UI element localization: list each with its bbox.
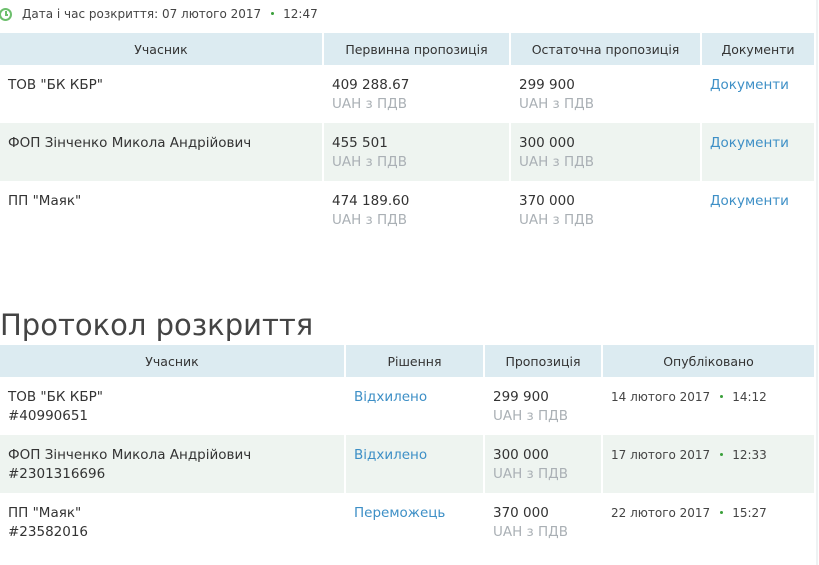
currency-label: UAH з ПДВ [332, 212, 407, 228]
currency-label: UAH з ПДВ [493, 466, 568, 482]
decision-link[interactable]: Відхилено [354, 447, 427, 463]
participant-name: ТОВ "БК КБР" [0, 65, 324, 123]
documents-cell: Документи [702, 65, 816, 123]
offer-amount: 370 000 [493, 505, 549, 521]
scroll-edge-divider [816, 0, 818, 565]
table-row: ПП "Маяк" 474 189.60 UAH з ПДВ 370 000 UAH… [0, 181, 816, 239]
currency-label: UAH з ПДВ [493, 408, 568, 424]
initial-offer: 455 501 UAH з ПДВ [324, 123, 511, 181]
decision-cell: Переможець [346, 493, 485, 551]
offer-cell: 299 900 UAH з ПДВ [485, 377, 603, 435]
col-header-initial: Первинна пропозиція [324, 33, 511, 65]
initial-amount: 455 501 [332, 135, 388, 151]
opening-datetime: Дата і час розкриття: 07 лютого 2017 12:… [0, 4, 318, 24]
separator-dot [720, 395, 724, 398]
published-cell: 22 лютого 2017 15:27 [603, 493, 816, 551]
participant-id: #40990651 [8, 408, 89, 424]
decision-cell: Відхилено [346, 435, 485, 493]
opening-time: 12:47 [283, 7, 318, 21]
offer-cell: 370 000 UAH з ПДВ [485, 493, 603, 551]
initial-offer: 409 288.67 UAH з ПДВ [324, 65, 511, 123]
decision-cell: Відхилено [346, 377, 485, 435]
published-time: 12:33 [732, 448, 767, 462]
table-row: ТОВ "БК КБР" 409 288.67 UAH з ПДВ 299 900… [0, 65, 816, 123]
col-header-documents: Документи [702, 33, 816, 65]
decision-link[interactable]: Відхилено [354, 389, 427, 405]
protocol-header-row: Учасник Рішення Пропозиція Опубліковано [0, 345, 816, 377]
bids-header-row: Учасник Первинна пропозиція Остаточна пр… [0, 33, 816, 65]
clock-icon [0, 7, 12, 21]
published-date: 17 лютого 2017 [611, 448, 711, 462]
final-amount: 370 000 [519, 193, 575, 209]
participant-name: ПП "Маяк" [0, 181, 324, 239]
separator-dot [271, 11, 275, 15]
participant-cell: ФОП Зінченко Микола Андрійович #230131669… [0, 435, 346, 493]
documents-cell: Документи [702, 181, 816, 239]
participant-name: ТОВ "БК КБР" [8, 389, 103, 405]
documents-link[interactable]: Документи [710, 193, 789, 209]
opening-label: Дата і час розкриття: 07 лютого 2017 [22, 7, 262, 21]
participant-name: ФОП Зінченко Микола Андрійович [8, 447, 252, 463]
final-offer: 370 000 UAH з ПДВ [511, 181, 702, 239]
published-date: 14 лютого 2017 [611, 390, 711, 404]
published-cell: 17 лютого 2017 12:33 [603, 435, 816, 493]
initial-amount: 474 189.60 [332, 193, 410, 209]
documents-cell: Документи [702, 123, 816, 181]
col-header-participant: Учасник [0, 345, 346, 377]
col-header-decision: Рішення [346, 345, 485, 377]
currency-label: UAH з ПДВ [519, 96, 594, 112]
documents-link[interactable]: Документи [710, 135, 789, 151]
separator-dot [720, 453, 724, 456]
table-row: ФОП Зінченко Микола Андрійович 455 501 UA… [0, 123, 816, 181]
protocol-title: Протокол розкриття [0, 308, 314, 343]
published-date: 22 лютого 2017 [611, 506, 711, 520]
published-cell: 14 лютого 2017 14:12 [603, 377, 816, 435]
offer-amount: 300 000 [493, 447, 549, 463]
final-amount: 300 000 [519, 135, 575, 151]
bids-table: Учасник Первинна пропозиція Остаточна пр… [0, 33, 816, 239]
col-header-final: Остаточна пропозиція [511, 33, 702, 65]
col-header-published: Опубліковано [603, 345, 816, 377]
participant-cell: ПП "Маяк" #23582016 [0, 493, 346, 551]
participant-id: #2301316696 [8, 466, 106, 482]
currency-label: UAH з ПДВ [332, 96, 407, 112]
table-row: ПП "Маяк" #23582016 Переможець 370 000 UAH… [0, 493, 816, 551]
table-row: ФОП Зінченко Микола Андрійович #230131669… [0, 435, 816, 493]
participant-name: ПП "Маяк" [8, 505, 82, 521]
currency-label: UAH з ПДВ [519, 212, 594, 228]
final-offer: 300 000 UAH з ПДВ [511, 123, 702, 181]
initial-offer: 474 189.60 UAH з ПДВ [324, 181, 511, 239]
documents-link[interactable]: Документи [710, 77, 789, 93]
participant-name: ФОП Зінченко Микола Андрійович [0, 123, 324, 181]
final-amount: 299 900 [519, 77, 575, 93]
currency-label: UAH з ПДВ [493, 524, 568, 540]
initial-amount: 409 288.67 [332, 77, 410, 93]
participant-cell: ТОВ "БК КБР" #40990651 [0, 377, 346, 435]
col-header-participant: Учасник [0, 33, 324, 65]
published-time: 14:12 [732, 390, 767, 404]
separator-dot [720, 511, 724, 514]
currency-label: UAH з ПДВ [332, 154, 407, 170]
participant-id: #23582016 [8, 524, 89, 540]
protocol-table: Учасник Рішення Пропозиція Опубліковано … [0, 345, 816, 551]
final-offer: 299 900 UAH з ПДВ [511, 65, 702, 123]
decision-link[interactable]: Переможець [354, 505, 445, 521]
currency-label: UAH з ПДВ [519, 154, 594, 170]
offer-cell: 300 000 UAH з ПДВ [485, 435, 603, 493]
published-time: 15:27 [732, 506, 767, 520]
offer-amount: 299 900 [493, 389, 549, 405]
col-header-offer: Пропозиція [485, 345, 603, 377]
table-row: ТОВ "БК КБР" #40990651 Відхилено 299 900 U… [0, 377, 816, 435]
